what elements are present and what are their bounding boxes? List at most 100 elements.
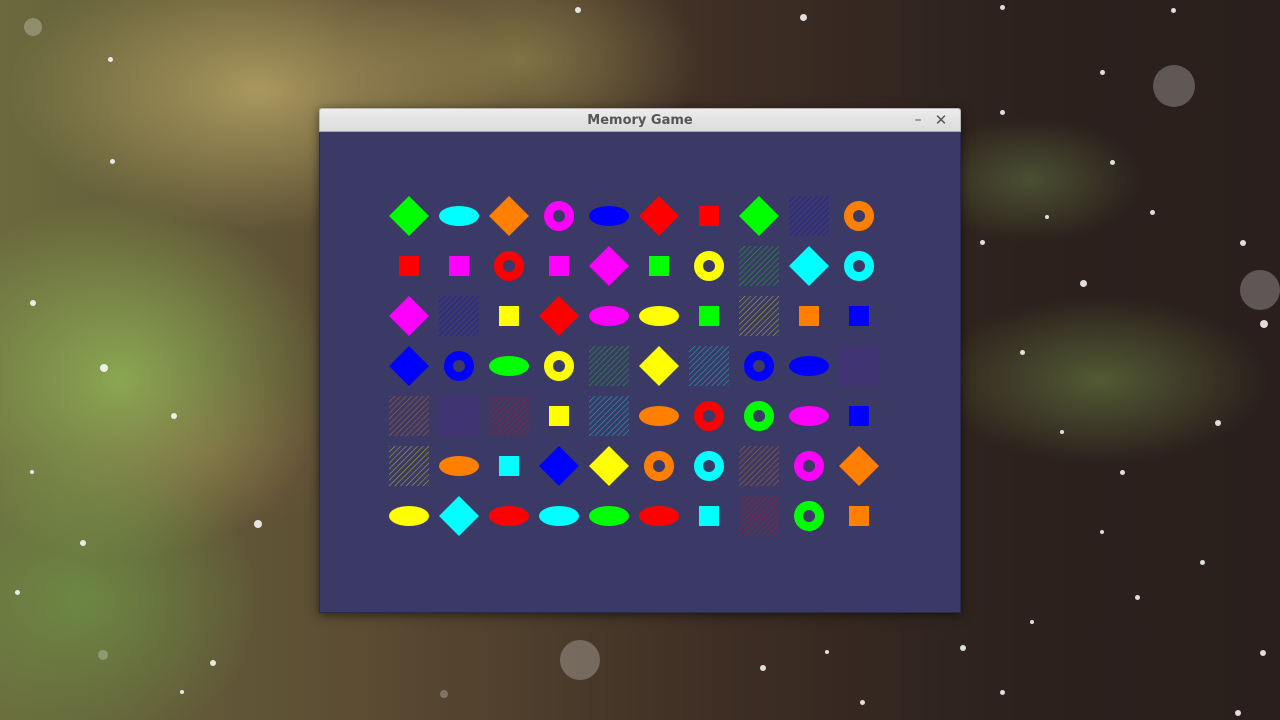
tile-blue-diamond[interactable] (539, 446, 579, 486)
tile-yellow-oval[interactable] (639, 296, 679, 336)
tile-magenta-square[interactable] (539, 246, 579, 286)
snow-fleck (1153, 65, 1195, 107)
donut-shape (544, 351, 574, 381)
tile-green-square[interactable] (689, 296, 729, 336)
tile-magenta-diamond[interactable] (389, 296, 429, 336)
snow-fleck (1060, 430, 1064, 434)
tile-red-donut[interactable] (689, 396, 729, 436)
tile-green-diamond[interactable] (389, 196, 429, 236)
title-bar[interactable]: Memory Game – ✕ (319, 108, 961, 132)
tile-orange-lines[interactable] (389, 396, 429, 436)
tile-blue-donut[interactable] (439, 346, 479, 386)
tile-red-diamond[interactable] (539, 296, 579, 336)
tile-purple-lines[interactable] (439, 396, 479, 436)
tile-green-donut[interactable] (789, 496, 829, 536)
tile-yellow-lines[interactable] (389, 446, 429, 486)
tile-magenta-square[interactable] (439, 246, 479, 286)
tile-orange-diamond[interactable] (489, 196, 529, 236)
diamond-shape (639, 346, 679, 386)
tile-blue-square[interactable] (839, 396, 879, 436)
square-shape (799, 306, 819, 326)
tile-yellow-diamond[interactable] (589, 446, 629, 486)
tile-blue-square[interactable] (839, 296, 879, 336)
square-shape (649, 256, 669, 276)
snow-fleck (210, 660, 216, 666)
diamond-shape (589, 446, 629, 486)
tile-magenta-oval[interactable] (589, 296, 629, 336)
donut-shape (794, 451, 824, 481)
tile-blue-lines[interactable] (439, 296, 479, 336)
donut-shape (544, 201, 574, 231)
tile-green-lines[interactable] (589, 346, 629, 386)
tile-blue-diamond[interactable] (389, 346, 429, 386)
tile-yellow-square[interactable] (539, 396, 579, 436)
tile-cyan-lines[interactable] (589, 396, 629, 436)
tile-cyan-donut[interactable] (689, 446, 729, 486)
tile-green-square[interactable] (639, 246, 679, 286)
donut-shape (794, 501, 824, 531)
tile-green-lines[interactable] (739, 246, 779, 286)
tile-blue-oval[interactable] (789, 346, 829, 386)
tile-green-donut[interactable] (739, 396, 779, 436)
tile-orange-square[interactable] (789, 296, 829, 336)
tile-orange-square[interactable] (839, 496, 879, 536)
tile-cyan-square[interactable] (489, 446, 529, 486)
tile-red-oval[interactable] (489, 496, 529, 536)
tile-cyan-oval[interactable] (439, 196, 479, 236)
tile-cyan-oval[interactable] (539, 496, 579, 536)
lines-shape (739, 446, 779, 486)
tile-red-oval[interactable] (639, 496, 679, 536)
snow-fleck (1260, 320, 1268, 328)
tile-blue-donut[interactable] (739, 346, 779, 386)
square-shape (549, 406, 569, 426)
tile-magenta-donut[interactable] (539, 196, 579, 236)
tile-magenta-oval[interactable] (789, 396, 829, 436)
tile-cyan-lines[interactable] (689, 346, 729, 386)
tile-orange-lines[interactable] (739, 446, 779, 486)
tile-yellow-diamond[interactable] (639, 346, 679, 386)
tile-purple-lines[interactable] (839, 346, 879, 386)
tile-magenta-diamond[interactable] (589, 246, 629, 286)
tile-cyan-donut[interactable] (839, 246, 879, 286)
tile-yellow-donut[interactable] (539, 346, 579, 386)
snow-fleck (1171, 8, 1176, 13)
tile-orange-diamond[interactable] (839, 446, 879, 486)
oval-shape (639, 406, 679, 426)
oval-shape (489, 506, 529, 526)
oval-shape (489, 356, 529, 376)
tile-orange-donut[interactable] (639, 446, 679, 486)
tile-yellow-square[interactable] (489, 296, 529, 336)
diamond-shape (589, 246, 629, 286)
diamond-shape (789, 246, 829, 286)
minimize-icon[interactable]: – (909, 111, 927, 129)
tile-blue-oval[interactable] (589, 196, 629, 236)
tile-cyan-square[interactable] (689, 496, 729, 536)
donut-shape (744, 351, 774, 381)
tile-green-diamond[interactable] (739, 196, 779, 236)
snow-fleck (1000, 5, 1005, 10)
tile-red-square[interactable] (389, 246, 429, 286)
tile-cyan-diamond[interactable] (789, 246, 829, 286)
tile-red-donut[interactable] (489, 246, 529, 286)
oval-shape (639, 306, 679, 326)
donut-shape (844, 201, 874, 231)
tile-red-lines[interactable] (739, 496, 779, 536)
tile-orange-oval[interactable] (439, 446, 479, 486)
tile-yellow-oval[interactable] (389, 496, 429, 536)
tile-red-diamond[interactable] (639, 196, 679, 236)
tile-green-oval[interactable] (589, 496, 629, 536)
snow-fleck (1100, 70, 1105, 75)
tile-cyan-diamond[interactable] (439, 496, 479, 536)
close-icon[interactable]: ✕ (932, 111, 950, 129)
tile-orange-donut[interactable] (839, 196, 879, 236)
tile-green-oval[interactable] (489, 346, 529, 386)
diamond-shape (439, 496, 479, 536)
tile-red-lines[interactable] (489, 396, 529, 436)
tile-yellow-donut[interactable] (689, 246, 729, 286)
tile-blue-lines[interactable] (789, 196, 829, 236)
tile-yellow-lines[interactable] (739, 296, 779, 336)
tile-magenta-donut[interactable] (789, 446, 829, 486)
lines-shape (589, 396, 629, 436)
tile-red-square[interactable] (689, 196, 729, 236)
tile-orange-oval[interactable] (639, 396, 679, 436)
